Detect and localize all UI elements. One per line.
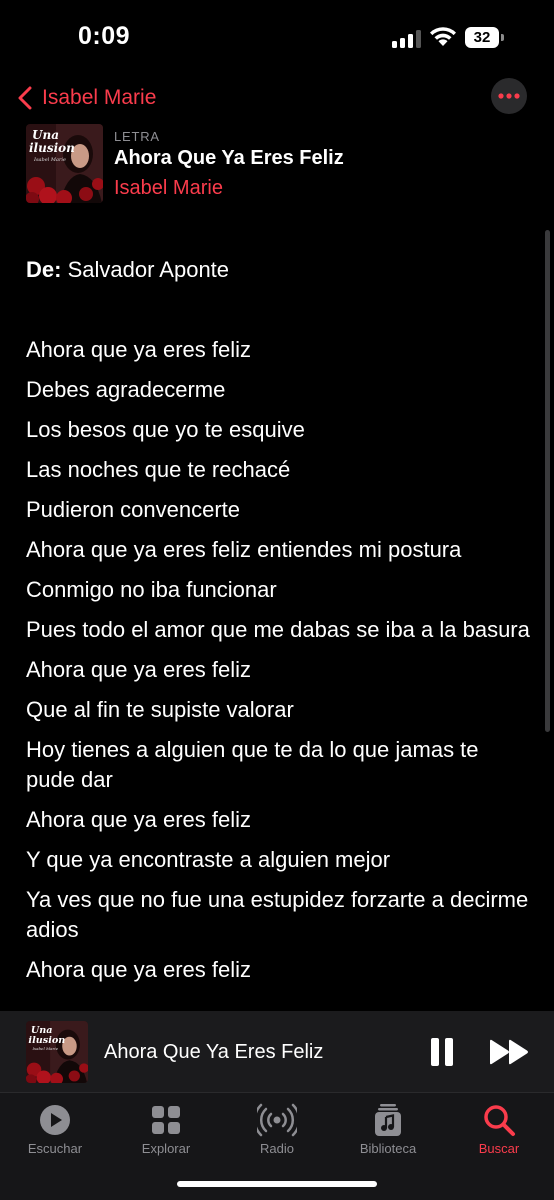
more-options-button[interactable] bbox=[491, 78, 527, 114]
lyric-line: Debes agradecerme bbox=[26, 377, 226, 402]
tab-label: Escuchar bbox=[27, 1141, 83, 1156]
artwork-text: Una bbox=[32, 128, 59, 142]
lyric-line: Ahora que ya eres feliz bbox=[26, 337, 252, 362]
artwork-text: ilusion bbox=[29, 141, 75, 155]
lyrics-screen: 0:09 32 Isabel Marie Una ilusion Isabel … bbox=[0, 0, 554, 1200]
lyric-line: Que al fin te supiste valorar bbox=[26, 697, 294, 722]
songwriter-credit: De: Salvador Aponte bbox=[26, 255, 530, 285]
radio-waves-icon bbox=[257, 1103, 297, 1137]
chevron-left-icon bbox=[18, 86, 32, 110]
lyric-line: Ahora que ya eres feliz bbox=[26, 807, 252, 832]
lyric-line: Ahora que ya eres feliz bbox=[26, 957, 252, 982]
status-time: 0:09 bbox=[78, 22, 131, 50]
status-bar: 0:09 32 bbox=[0, 0, 554, 76]
battery-icon: 32 bbox=[465, 27, 505, 48]
search-icon bbox=[484, 1105, 515, 1136]
lyrics-eyebrow: LETRA bbox=[114, 129, 160, 144]
mini-player-artwork: Una ilusion Isabel Marie bbox=[26, 1021, 88, 1083]
artwork-text: ilusion bbox=[28, 1035, 65, 1046]
wifi-icon bbox=[430, 27, 456, 46]
lyric-line: Conmigo no iba funcionar bbox=[26, 577, 277, 602]
lyric-line: Los besos que yo te esquive bbox=[26, 417, 305, 442]
lyrics-body: De: Salvador Aponte Ahora que ya eres fe… bbox=[26, 255, 530, 1010]
lyric-line: Las noches que te rechacé bbox=[26, 457, 291, 482]
tab-escuchar[interactable]: Escuchar bbox=[0, 1103, 110, 1156]
mini-player[interactable]: Una ilusion Isabel Marie Ahora Que Ya Er… bbox=[0, 1011, 554, 1092]
lyric-line: Y que ya encontraste a alguien mejor bbox=[26, 847, 391, 872]
credit-value: Salvador Aponte bbox=[67, 257, 230, 282]
cellular-signal-icon bbox=[392, 30, 422, 48]
tab-biblioteca[interactable]: Biblioteca bbox=[333, 1103, 443, 1156]
credit-label: De: bbox=[26, 257, 62, 282]
artwork-text: Una bbox=[31, 1025, 53, 1036]
tab-radio[interactable]: Radio bbox=[222, 1103, 332, 1156]
play-circle-icon bbox=[40, 1105, 70, 1135]
mini-player-title: Ahora Que Ya Eres Feliz bbox=[104, 1041, 324, 1063]
grid-icon bbox=[152, 1106, 180, 1134]
artwork-signature: Isabel Marie bbox=[33, 157, 66, 163]
tab-buscar[interactable]: Buscar bbox=[444, 1103, 554, 1156]
tab-label: Biblioteca bbox=[359, 1141, 417, 1156]
lyric-line: Ahora que ya eres feliz bbox=[26, 657, 252, 682]
music-library-icon bbox=[375, 1104, 401, 1136]
tab-label: Explorar bbox=[141, 1141, 191, 1156]
tab-label: Radio bbox=[260, 1141, 294, 1156]
back-button-label: Isabel Marie bbox=[42, 86, 157, 109]
album-artwork[interactable]: Una ilusion Isabel Marie bbox=[26, 124, 103, 203]
song-header: Una ilusion Isabel Marie LETRA Ahora Que… bbox=[0, 124, 554, 206]
song-title: Ahora Que Ya Eres Feliz bbox=[114, 147, 344, 169]
lyric-line: Ahora que ya eres feliz entiendes mi pos… bbox=[26, 537, 462, 562]
artist-link[interactable]: Isabel Marie bbox=[114, 177, 223, 200]
ellipsis-icon bbox=[498, 93, 520, 99]
artwork-signature: Isabel Marie bbox=[31, 1046, 58, 1051]
lyric-line: Hoy tienes a alguien que te da lo que ja… bbox=[26, 737, 479, 792]
next-track-button[interactable] bbox=[488, 1039, 530, 1065]
navigation-bar: Isabel Marie bbox=[0, 76, 554, 120]
home-indicator[interactable] bbox=[177, 1181, 377, 1187]
lyric-line: Ya ves que no fue una estupidez forzarte… bbox=[26, 887, 529, 942]
battery-level: 32 bbox=[465, 27, 499, 48]
scrollbar[interactable] bbox=[545, 230, 550, 732]
back-button[interactable]: Isabel Marie bbox=[16, 82, 156, 114]
tab-label: Buscar bbox=[478, 1141, 520, 1156]
lyric-line: Pues todo el amor que me dabas se iba a … bbox=[26, 617, 530, 642]
lyric-line: Pudieron convencerte bbox=[26, 497, 241, 522]
tab-explorar[interactable]: Explorar bbox=[111, 1103, 221, 1156]
pause-button[interactable] bbox=[428, 1037, 456, 1067]
